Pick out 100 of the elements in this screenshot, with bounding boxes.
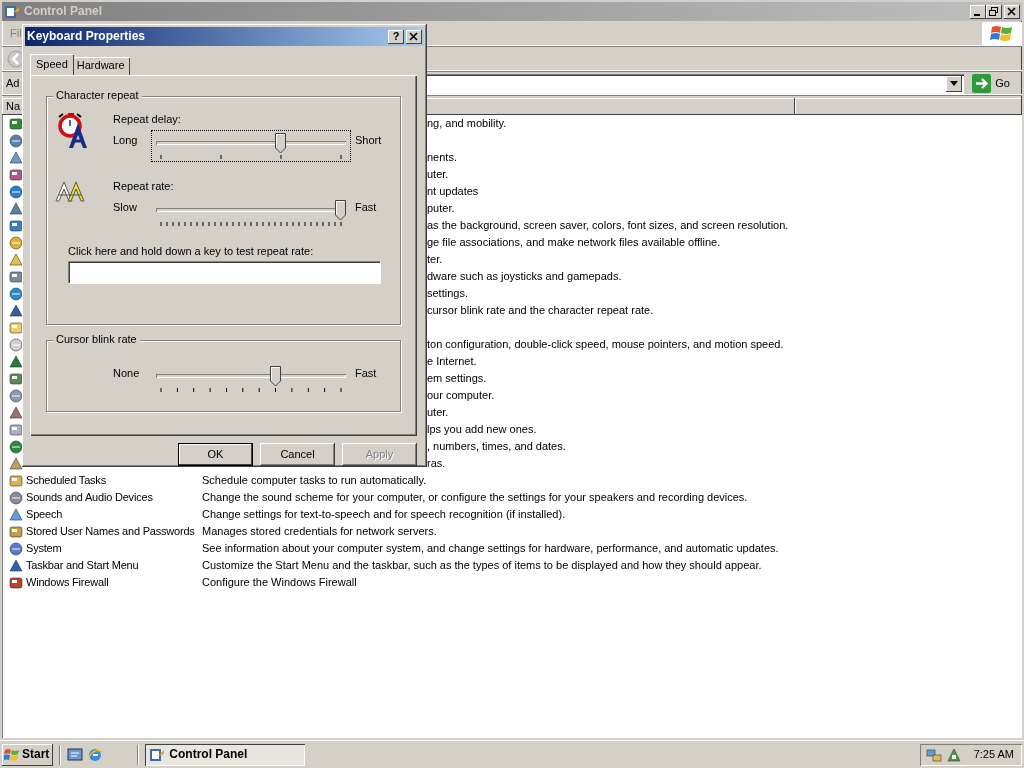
item-name[interactable]: Windows Firewall bbox=[26, 575, 109, 590]
item-name[interactable]: Scheduled Tasks bbox=[26, 473, 106, 488]
item-description: cursor blink rate and the character repeat rate. bbox=[426, 303, 654, 318]
item-description: lps you add new ones. bbox=[426, 422, 537, 437]
item-name[interactable]: Stored User Names and Passwords bbox=[26, 524, 195, 539]
applet-icon[interactable] bbox=[8, 506, 24, 523]
applet-icon[interactable] bbox=[8, 183, 24, 200]
slider-thumb[interactable] bbox=[275, 133, 287, 155]
slider-max-label: Fast bbox=[355, 366, 377, 381]
field-label: Click here and hold down a key to test repeat rate: bbox=[68, 245, 315, 259]
applet-icon[interactable] bbox=[8, 149, 24, 166]
slider-label: Repeat rate: bbox=[113, 180, 175, 194]
applet-icon[interactable] bbox=[8, 404, 24, 421]
applet-icon[interactable] bbox=[8, 455, 24, 472]
stopwatch-letter-icon bbox=[55, 113, 89, 149]
slider-label: Repeat delay: bbox=[113, 113, 182, 127]
item-description: , numbers, times, and dates. bbox=[426, 439, 566, 454]
item-description: Change the sound scheme for your computer, or configure the settings for your speakers and recording devices. bbox=[201, 490, 748, 505]
dialog-button[interactable]: OK bbox=[178, 443, 253, 466]
item-name[interactable]: Sounds and Audio Devices bbox=[26, 490, 153, 505]
clock[interactable]: 7:25 AM bbox=[973, 747, 1014, 762]
applet-icon[interactable] bbox=[8, 370, 24, 387]
applet-icon[interactable] bbox=[8, 234, 24, 251]
item-description: em settings. bbox=[426, 371, 487, 386]
restore-button[interactable] bbox=[986, 4, 1002, 19]
item-description: ras. bbox=[426, 456, 446, 471]
slider[interactable] bbox=[151, 130, 351, 163]
applet-icon[interactable] bbox=[8, 132, 24, 149]
close-button[interactable] bbox=[406, 29, 422, 44]
applet-icon[interactable] bbox=[8, 472, 24, 489]
item-description: dware such as joysticks and gamepads. bbox=[426, 269, 622, 284]
applet-icon[interactable] bbox=[8, 302, 24, 319]
go-button[interactable]: Go bbox=[968, 74, 1022, 93]
item-name[interactable]: Taskbar and Start Menu bbox=[26, 558, 139, 573]
applet-icon[interactable] bbox=[8, 387, 24, 404]
applet-icon[interactable] bbox=[8, 251, 24, 268]
applet-icon[interactable] bbox=[8, 166, 24, 183]
control-panel-icon bbox=[149, 746, 166, 763]
applet-icon[interactable] bbox=[8, 200, 24, 217]
dialog-button[interactable]: Cancel bbox=[260, 443, 335, 466]
applet-icon[interactable] bbox=[8, 421, 24, 438]
item-description: ter. bbox=[426, 252, 443, 267]
slider-thumb[interactable] bbox=[335, 200, 346, 222]
control-panel-icon bbox=[4, 3, 20, 20]
applet-icon[interactable] bbox=[8, 438, 24, 455]
start-button[interactable]: Start bbox=[2, 743, 54, 766]
item-description: Manages stored credentials for network servers. bbox=[201, 524, 437, 539]
slider-min-label: Slow bbox=[113, 200, 138, 215]
item-description: See information about your computer system, and change settings for hardware, performance, and automatic updates. bbox=[201, 541, 779, 556]
address-label: Ad bbox=[6, 76, 20, 91]
item-description: Change settings for text-to-speech and for speech recognition (if installed). bbox=[201, 507, 566, 522]
help-button[interactable]: ? bbox=[388, 29, 404, 44]
item-description: puter. bbox=[426, 201, 455, 216]
item-description: our computer. bbox=[426, 388, 495, 403]
item-description: Configure the Windows Firewall bbox=[201, 575, 357, 590]
applet-icon[interactable] bbox=[8, 336, 24, 353]
windows-flag-icon bbox=[990, 23, 1014, 44]
slider-min-label: None bbox=[113, 366, 141, 381]
applet-icon[interactable] bbox=[8, 489, 24, 506]
browser-icon[interactable] bbox=[87, 746, 104, 763]
test-input-field[interactable] bbox=[68, 260, 380, 283]
item-description: uter. bbox=[426, 405, 449, 420]
applet-icon[interactable] bbox=[8, 353, 24, 370]
applet-icon[interactable] bbox=[8, 285, 24, 302]
item-name[interactable]: Speech bbox=[26, 507, 63, 522]
applet-icon[interactable] bbox=[8, 523, 24, 540]
item-description: Customize the Start Menu and the taskbar, such as the types of items to be displayed and how they should appear. bbox=[201, 558, 762, 573]
item-description: Schedule computer tasks to run automatically. bbox=[201, 473, 427, 488]
slider-max-label: Fast bbox=[355, 200, 377, 215]
tab[interactable]: Speed bbox=[30, 54, 74, 75]
close-button[interactable] bbox=[1004, 4, 1020, 19]
security-icon[interactable] bbox=[945, 746, 962, 763]
desktop-icon[interactable] bbox=[67, 746, 84, 763]
window-title: Control Panel bbox=[24, 4, 102, 19]
item-description: settings. bbox=[426, 286, 468, 301]
item-description: e Internet. bbox=[426, 354, 477, 369]
slider-min-label: Long bbox=[113, 133, 139, 148]
applet-icon[interactable] bbox=[8, 574, 24, 591]
group-title: Character repeat bbox=[53, 89, 142, 103]
tab[interactable]: Hardware bbox=[71, 57, 130, 75]
dropdown-arrow-icon bbox=[950, 81, 959, 86]
item-description: uter. bbox=[426, 167, 449, 182]
item-description: ge file associations, and make network files available offline. bbox=[426, 235, 721, 250]
applet-icon[interactable] bbox=[8, 540, 24, 557]
windows-flag-icon bbox=[4, 747, 20, 762]
taskbar-button[interactable]: Control Panel bbox=[145, 743, 306, 766]
applet-icon[interactable] bbox=[8, 268, 24, 285]
slider-max-label: Short bbox=[355, 133, 382, 148]
item-name[interactable]: System bbox=[26, 541, 62, 556]
dialog-title: Keyboard Properties bbox=[27, 29, 146, 44]
applet-icon[interactable] bbox=[8, 115, 24, 132]
slider-thumb[interactable] bbox=[269, 366, 281, 387]
item-description: ton configuration, double-click speed, mouse pointers, and motion speed. bbox=[426, 337, 784, 352]
item-description: nt updates bbox=[426, 184, 479, 199]
minimize-button[interactable] bbox=[970, 4, 986, 19]
item-description: nents. bbox=[426, 150, 457, 165]
applet-icon[interactable] bbox=[8, 557, 24, 574]
network-icon[interactable] bbox=[925, 746, 942, 763]
applet-icon[interactable] bbox=[8, 217, 24, 234]
item-description: as the background, screen saver, colors, font sizes, and screen resolution. bbox=[426, 218, 789, 233]
